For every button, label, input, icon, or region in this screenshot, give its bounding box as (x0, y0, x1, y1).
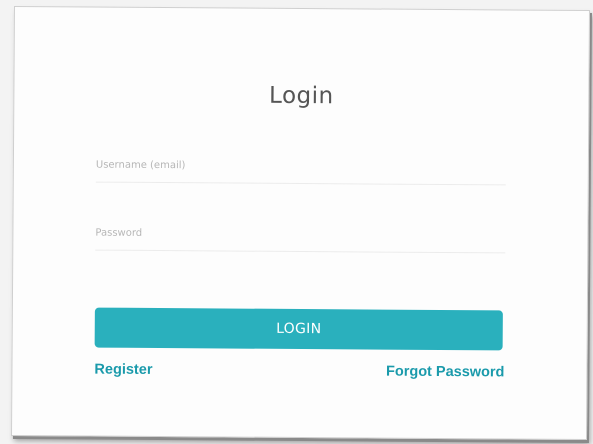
username-input[interactable] (95, 147, 507, 186)
password-input[interactable] (95, 215, 506, 254)
screenshot-scene: Login LOGIN Register Forgot Password (0, 0, 593, 444)
register-link[interactable]: Register (94, 362, 152, 378)
login-card: Login LOGIN Register Forgot Password (10, 6, 590, 441)
page-title: Login (269, 82, 334, 110)
login-button[interactable]: LOGIN (94, 307, 503, 351)
forgot-password-link[interactable]: Forgot Password (386, 364, 505, 381)
